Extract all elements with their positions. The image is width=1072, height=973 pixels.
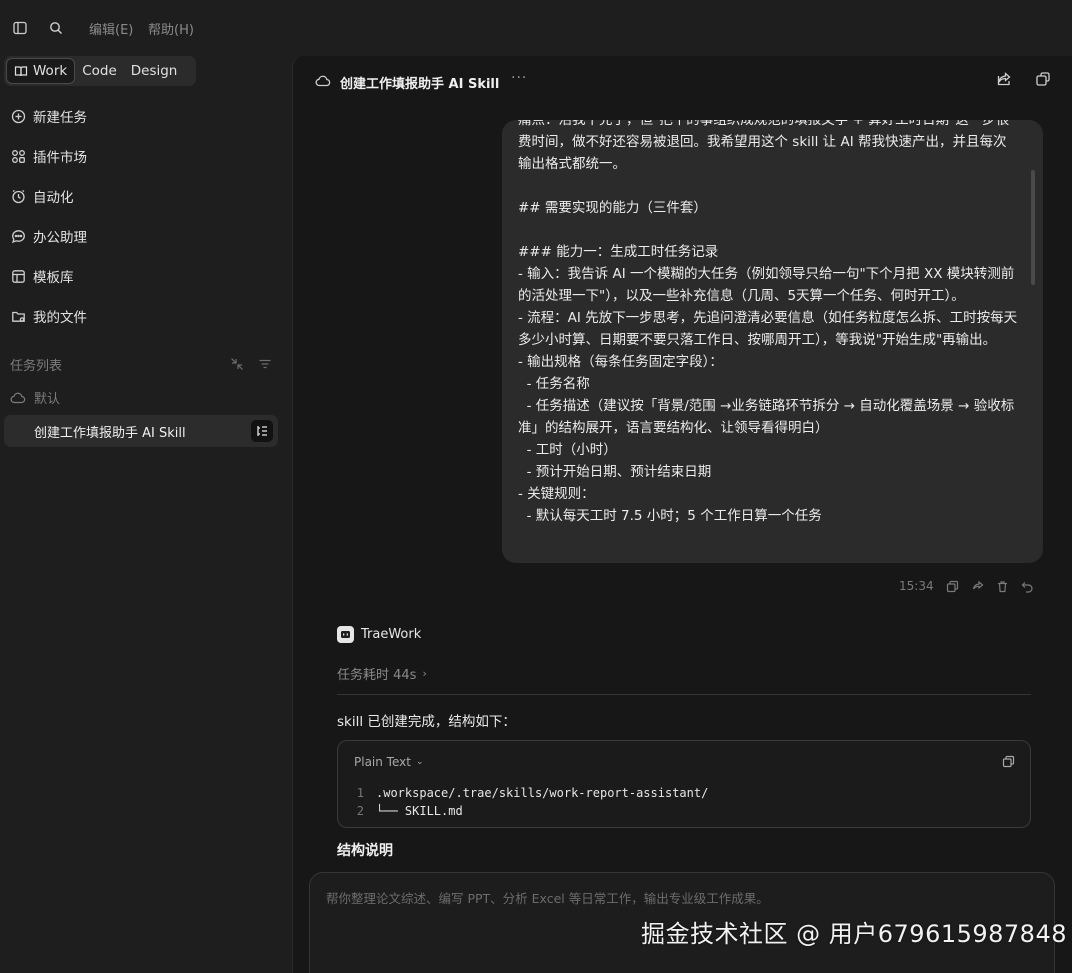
chat-icon <box>10 228 26 244</box>
assistant-name: TraeWork <box>361 627 422 642</box>
cloud-icon <box>10 390 26 406</box>
new-window-icon[interactable] <box>1035 71 1053 89</box>
code-text: .workspace/.trae/skills/work-report-assi… <box>376 786 709 800</box>
sidebar-nav: 新建任务 插件市场 自动化 办公助理 模板库 我的文件 <box>0 96 292 336</box>
sidebar-item-label: 插件市场 <box>33 150 87 166</box>
share-icon[interactable] <box>996 71 1014 89</box>
app-window: 编辑(E) 帮助(H) Work Code Design 新建任务 插件市场 自… <box>0 0 1072 973</box>
plugins-icon <box>10 148 26 164</box>
filter-icon[interactable] <box>258 357 272 371</box>
assistant-intro: skill 已创建完成，结构如下： <box>337 714 516 730</box>
line-number: 2 <box>356 804 364 818</box>
task-duration[interactable]: 任务耗时 44s › <box>337 664 1031 683</box>
task-group-label: 默认 <box>34 392 61 407</box>
chevron-right-icon: › <box>422 667 427 680</box>
cloud-icon <box>315 73 331 89</box>
bubble-fade <box>502 551 1043 563</box>
chat-input[interactable] <box>326 891 1026 906</box>
sidebar-item-plugins[interactable]: 插件市场 <box>0 136 292 176</box>
mode-work-button[interactable]: Work <box>6 58 76 84</box>
code-block: Plain Text ⌄ 1 .workspace/.trae/skills/w… <box>337 740 1031 828</box>
traework-logo-icon <box>337 626 354 643</box>
section-heading: 结构说明 <box>337 843 393 859</box>
assistant-message: TraeWork 任务耗时 44s › skill 已创建完成，结构如下： <box>337 626 1031 730</box>
tasks-header: 任务列表 <box>10 354 272 374</box>
template-icon <box>10 268 26 284</box>
divider <box>337 694 1031 695</box>
sidebar: Work Code Design 新建任务 插件市场 自动化 办公助理 模板库 … <box>0 56 292 973</box>
sidebar-toggle-icon[interactable] <box>9 17 31 39</box>
conversation-header: 创建工作填报助手 AI Skill ··· <box>293 56 1072 106</box>
watermark: 掘金技术社区 @ 用户679615987848 <box>641 920 1067 948</box>
collapse-icon[interactable] <box>230 357 244 371</box>
sidebar-item-my-files[interactable]: 我的文件 <box>0 296 292 336</box>
plus-circle-icon <box>10 108 26 124</box>
code-text: └── SKILL.md <box>376 804 463 818</box>
sidebar-item-label: 模板库 <box>33 270 74 286</box>
sidebar-item-label: 新建任务 <box>33 110 87 126</box>
task-outline-icon[interactable] <box>251 420 273 442</box>
sidebar-item-label: 我的文件 <box>33 310 87 326</box>
mode-design-button[interactable]: Design <box>124 58 185 84</box>
assistant-header: TraeWork <box>337 626 1031 643</box>
chevron-down-icon: ⌄ <box>415 757 424 767</box>
copy-icon[interactable] <box>946 580 959 593</box>
code-line: 1 .workspace/.trae/skills/work-report-as… <box>354 784 709 802</box>
task-duration-label: 任务耗时 44s <box>337 668 417 683</box>
mode-work-label: Work <box>33 63 68 79</box>
mode-design-label: Design <box>130 63 178 79</box>
top-bar: 编辑(E) 帮助(H) <box>0 0 1072 56</box>
message-meta: 15:34 <box>899 579 1034 593</box>
code-line: 2 └── SKILL.md <box>354 802 708 820</box>
mode-code-label: Code <box>82 63 117 79</box>
sidebar-item-automation[interactable]: 自动化 <box>0 176 292 216</box>
main-panel: 创建工作填报助手 AI Skill ··· 痛点：活我干完了，但"把干的事组织成… <box>292 56 1072 973</box>
message-time: 15:34 <box>899 579 934 593</box>
task-group[interactable]: 默认 <box>10 388 60 407</box>
book-icon <box>14 64 28 78</box>
sidebar-item-label: 办公助理 <box>33 230 87 246</box>
user-message: 痛点：活我干完了，但"把干的事组织成规范的填报文字 + 算好工时日期"这一步很费… <box>502 120 1043 563</box>
mode-switch: Work Code Design <box>4 56 196 86</box>
scrollbar[interactable] <box>1031 170 1035 285</box>
delete-icon[interactable] <box>996 580 1009 593</box>
page-title: 创建工作填报助手 AI Skill <box>340 77 500 92</box>
clock-icon <box>10 188 26 204</box>
user-message-text: 痛点：活我干完了，但"把干的事组织成规范的填报文字 + 算好工时日期"这一步很费… <box>518 120 1018 524</box>
task-item-active[interactable]: 创建工作填报助手 AI Skill <box>4 415 278 447</box>
more-icon[interactable]: ··· <box>511 70 527 86</box>
sidebar-item-new-task[interactable]: 新建任务 <box>0 96 292 136</box>
copy-icon[interactable] <box>1002 755 1016 769</box>
task-item-label: 创建工作填报助手 AI Skill <box>34 425 186 441</box>
code-language-label: Plain Text <box>354 755 411 769</box>
search-icon[interactable] <box>45 17 67 39</box>
undo-icon[interactable] <box>1021 580 1034 593</box>
sidebar-item-templates[interactable]: 模板库 <box>0 256 292 296</box>
sidebar-item-office-assistant[interactable]: 办公助理 <box>0 216 292 256</box>
menu-help[interactable]: 帮助(H) <box>148 19 194 38</box>
folder-icon <box>10 308 26 324</box>
menu-edit[interactable]: 编辑(E) <box>89 19 133 38</box>
line-number: 1 <box>356 786 364 800</box>
code-lines: 1 .workspace/.trae/skills/work-report-as… <box>354 784 709 820</box>
code-language-select[interactable]: Plain Text ⌄ <box>354 755 424 769</box>
sidebar-item-label: 自动化 <box>33 190 74 206</box>
mode-code-button[interactable]: Code <box>75 58 124 84</box>
share-icon[interactable] <box>971 580 984 593</box>
tasks-header-label: 任务列表 <box>10 358 63 374</box>
